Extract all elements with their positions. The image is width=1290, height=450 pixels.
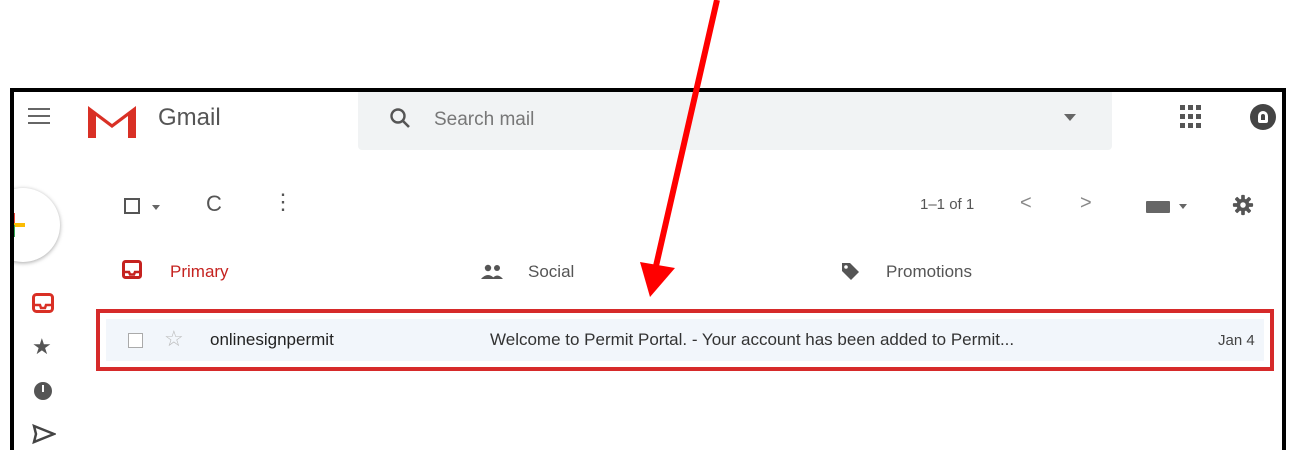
input-tools-caret-icon[interactable] bbox=[1179, 204, 1187, 209]
select-options-caret-icon[interactable] bbox=[152, 205, 160, 210]
email-date: Jan 4 bbox=[1218, 332, 1255, 349]
star-icon[interactable]: ☆ bbox=[164, 327, 184, 351]
email-subject: Welcome to Permit Portal. - Your account… bbox=[490, 330, 1015, 349]
compose-plus-icon bbox=[14, 213, 25, 237]
primary-tab-inbox-icon bbox=[122, 260, 142, 279]
inbox-icon[interactable] bbox=[32, 292, 54, 314]
compose-button[interactable] bbox=[14, 188, 60, 262]
next-page-icon[interactable]: > bbox=[1080, 192, 1092, 215]
search-icon[interactable] bbox=[388, 106, 412, 130]
previous-page-icon[interactable]: < bbox=[1020, 192, 1032, 215]
search-options-caret-icon[interactable] bbox=[1064, 114, 1076, 121]
email-row-highlight[interactable]: ☆ onlinesignpermit Welcome to Permit Por… bbox=[96, 309, 1274, 371]
starred-icon[interactable]: ★ bbox=[32, 336, 52, 358]
gmail-window: Gmail ★ C ⋮ 1–1 of 1 < > bbox=[10, 88, 1286, 450]
email-sender: onlinesignpermit bbox=[210, 330, 334, 349]
pagination-count: 1–1 of 1 bbox=[920, 196, 975, 213]
tab-promotions[interactable]: Promotions bbox=[886, 262, 972, 282]
table-row[interactable]: ☆ onlinesignpermit Welcome to Permit Por… bbox=[106, 319, 1264, 361]
search-input[interactable] bbox=[434, 108, 1034, 132]
send-icon[interactable] bbox=[32, 422, 56, 446]
select-all-checkbox[interactable] bbox=[124, 198, 140, 214]
tag-icon bbox=[842, 263, 859, 280]
more-options-icon[interactable]: ⋮ bbox=[272, 190, 294, 214]
tab-primary[interactable]: Primary bbox=[170, 262, 229, 282]
gmail-logo bbox=[88, 106, 136, 138]
menu-icon[interactable] bbox=[28, 108, 50, 124]
tab-social[interactable]: Social bbox=[528, 262, 574, 282]
email-row-checkbox[interactable] bbox=[128, 333, 143, 348]
settings-gear-icon[interactable] bbox=[1232, 194, 1254, 216]
people-icon bbox=[481, 264, 503, 279]
keyboard-icon[interactable] bbox=[1146, 201, 1170, 213]
app-title: Gmail bbox=[158, 104, 221, 131]
apps-grid-icon[interactable] bbox=[1180, 105, 1204, 129]
refresh-icon[interactable]: C bbox=[206, 192, 222, 216]
snoozed-clock-icon[interactable] bbox=[34, 382, 52, 400]
account-avatar-icon[interactable] bbox=[1250, 104, 1276, 130]
